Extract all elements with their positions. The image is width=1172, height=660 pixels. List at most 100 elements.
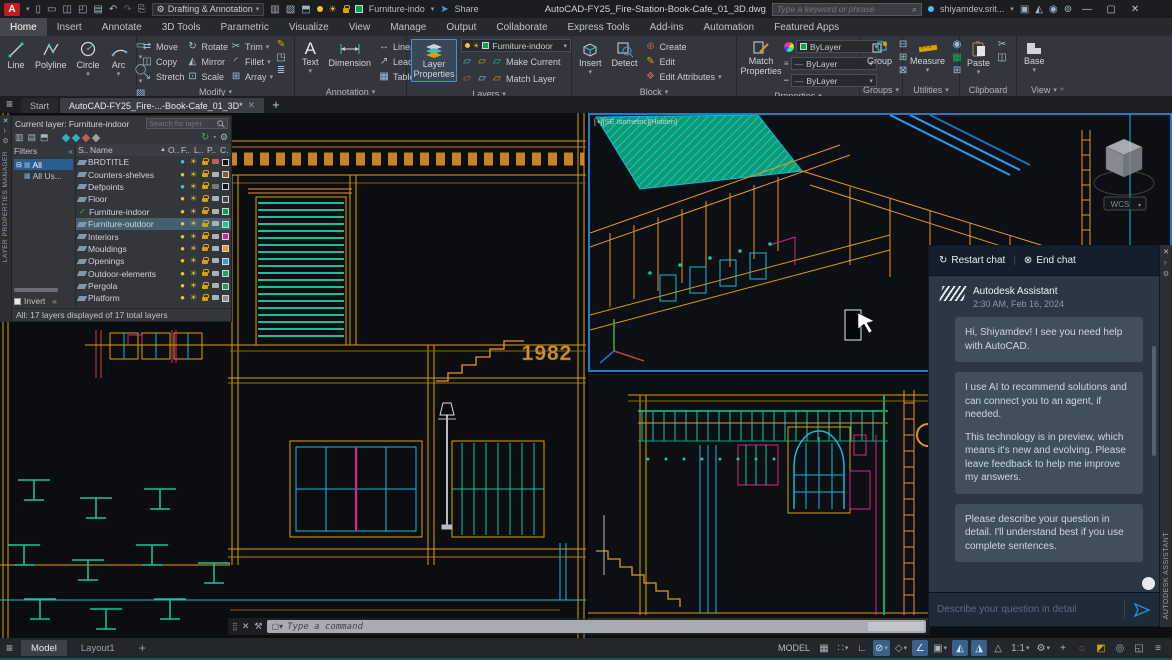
share-icon[interactable]: ➤	[440, 4, 448, 15]
layer-color-swatch[interactable]	[222, 159, 229, 166]
help-search-box[interactable]: ⌕	[772, 3, 922, 16]
layer-on-icon[interactable]: ●	[178, 220, 187, 228]
layer-freeze-icon[interactable]: ☀	[189, 158, 198, 166]
app-menu-caret-icon[interactable]: ▾	[26, 5, 30, 13]
end-chat-button[interactable]: ⊗ End chat	[1024, 255, 1076, 266]
layer-plot-icon[interactable]	[212, 196, 219, 201]
layer-on-icon[interactable]: ●	[178, 183, 187, 191]
chevron-down-icon[interactable]: ▾	[266, 43, 270, 51]
layer-lock-icon[interactable]	[202, 260, 208, 264]
layer-row[interactable]: Mouldings ● ☀	[76, 243, 231, 255]
dimension-button[interactable]: Dimension	[326, 39, 375, 69]
layer-plot-icon[interactable]	[212, 221, 219, 226]
layer-plot-icon[interactable]	[212, 209, 219, 214]
close-icon[interactable]: ✕	[242, 621, 250, 632]
layer-row[interactable]: Counters-shelves ● ☀	[76, 168, 231, 180]
statusbar-menu[interactable]: ≡	[1150, 640, 1166, 656]
stop-icon[interactable]: ▪	[213, 134, 215, 141]
tab-collaborate[interactable]: Collaborate	[486, 18, 557, 36]
layer-row[interactable]: Floor ● ☀	[76, 193, 231, 205]
match-properties-button[interactable]: Match Properties	[741, 39, 781, 78]
layer-lock-icon[interactable]	[202, 272, 208, 276]
hatch-icon[interactable]: ▨	[286, 4, 295, 15]
restart-chat-button[interactable]: ↻ Restart chat	[939, 255, 1005, 266]
gear-icon[interactable]: ⚙	[2, 137, 8, 145]
annotation-visibility-toggle[interactable]: ◭	[952, 640, 968, 656]
layer-freeze-icon[interactable]: ☀	[189, 183, 198, 191]
chevron-down-icon[interactable]: ▾	[977, 69, 981, 76]
panel-caret-icon[interactable]: ▾	[1053, 86, 1057, 94]
layer-states-icon[interactable]: ⬒	[40, 132, 49, 143]
layer-color-swatch[interactable]	[222, 208, 229, 215]
chat-scrollbar[interactable]	[1152, 346, 1156, 456]
tree-item-all[interactable]: ⊟ ▦ All	[14, 159, 73, 170]
layer-freeze-icon[interactable]: ☀	[189, 294, 198, 302]
polyline-button[interactable]: Polyline	[32, 39, 70, 71]
layer-color-swatch[interactable]	[222, 270, 229, 277]
chevron-down-icon[interactable]: ▾	[270, 73, 274, 81]
layer-freeze-icon[interactable]: ☀	[189, 270, 198, 278]
tab-visualize[interactable]: Visualize	[279, 18, 339, 36]
layer-lock-icon[interactable]	[202, 210, 208, 214]
col-on[interactable]: O..	[168, 145, 179, 155]
circle-button[interactable]: Circle ▾	[74, 39, 103, 80]
layer-plot-icon[interactable]	[212, 283, 219, 288]
assistant-title-bar[interactable]: ✕ ⊦ ⚙ AUTODESK ASSISTANT	[1160, 245, 1172, 627]
layer-plot-icon[interactable]	[212, 184, 219, 189]
pin-icon[interactable]: ⊦	[4, 127, 8, 135]
layer-freeze-icon[interactable]: ☀	[189, 220, 198, 228]
autodesk-access-icon[interactable]: ◭	[1035, 4, 1043, 15]
layer-color-swatch[interactable]	[222, 221, 229, 228]
new-layer-icon[interactable]	[61, 133, 69, 141]
layout-menu-icon[interactable]: ≡	[6, 641, 13, 655]
layer-row[interactable]: Pergola ● ☀	[76, 280, 231, 292]
grid-toggle[interactable]: ▦	[816, 640, 832, 656]
line-button[interactable]: Line	[4, 39, 28, 71]
new-property-filter-icon[interactable]: ▥	[15, 132, 24, 143]
tab-home[interactable]: Home	[0, 18, 47, 36]
layer-combo[interactable]: ☀ Furniture-indoor ▾	[461, 39, 571, 52]
annotation-autoscale-toggle[interactable]: ◮	[971, 640, 987, 656]
layer-on-icon[interactable]: ●	[178, 208, 187, 216]
layer-on-icon[interactable]: ●	[178, 270, 187, 278]
chevron-down-icon[interactable]: ▾	[589, 69, 593, 76]
isolate-objects[interactable]: ◎	[1112, 640, 1128, 656]
scale-button[interactable]: ⊡Scale	[187, 69, 229, 84]
clean-screen[interactable]: ◱	[1131, 640, 1147, 656]
command-input-field[interactable]: ▢▾	[267, 620, 926, 633]
settings-gear-icon[interactable]: ⚙	[220, 132, 228, 143]
mirror-button[interactable]: ◭Mirror	[187, 54, 229, 69]
layer-on-icon[interactable]: ●	[178, 195, 187, 203]
layer-lock-icon[interactable]	[202, 285, 208, 289]
user-name[interactable]: shiyamdev.srit...	[940, 4, 1004, 14]
layer-row-current[interactable]: ✓ Furniture-indoor ● ☀	[76, 206, 231, 218]
create-block-button[interactable]: ⊕Create	[645, 39, 722, 54]
tab-drawing[interactable]: AutoCAD-FY25_Fire-...-Book-Cafe_01_3D* ✕	[60, 98, 264, 113]
layer-color-swatch[interactable]	[222, 295, 229, 302]
array-button[interactable]: ⊞Array▾	[230, 69, 273, 84]
layer-freeze-icon[interactable]: ☀	[189, 195, 198, 203]
tab-start[interactable]: Start	[21, 98, 58, 113]
layer-freeze-icon[interactable]: ☀	[189, 171, 198, 179]
maximize-button[interactable]: ▢	[1102, 4, 1120, 15]
drawing-recovery-icon[interactable]: ▥	[270, 4, 279, 15]
layer-state-icon[interactable]: ▱	[476, 73, 488, 84]
file-tab-menu-icon[interactable]: ≡	[6, 97, 13, 111]
explode-icon[interactable]: ◳	[275, 52, 287, 63]
groups-panel-label[interactable]: Groups	[863, 85, 893, 95]
base-button[interactable]: Base ▾	[1021, 39, 1048, 76]
rotate-button[interactable]: ↻Rotate	[187, 39, 229, 54]
delete-layer-icon[interactable]	[81, 133, 89, 141]
layer-color-swatch[interactable]	[222, 171, 229, 178]
layer-search-input[interactable]	[149, 119, 217, 128]
workspace-gear[interactable]: ⚙▾	[1035, 640, 1052, 656]
stretch-button[interactable]: ↘Stretch	[141, 69, 185, 84]
customize-wrench-icon[interactable]: ⚒	[254, 621, 262, 632]
ortho-toggle[interactable]: ∟	[854, 640, 870, 656]
layer-on-icon[interactable]: ●	[178, 233, 187, 241]
close-icon[interactable]: ✕	[3, 117, 9, 125]
tab-output[interactable]: Output	[436, 18, 486, 36]
refresh-icon[interactable]: ↻	[201, 132, 209, 143]
tab-view[interactable]: View	[339, 18, 381, 36]
layer-freeze-icon[interactable]: ☀	[189, 282, 198, 290]
